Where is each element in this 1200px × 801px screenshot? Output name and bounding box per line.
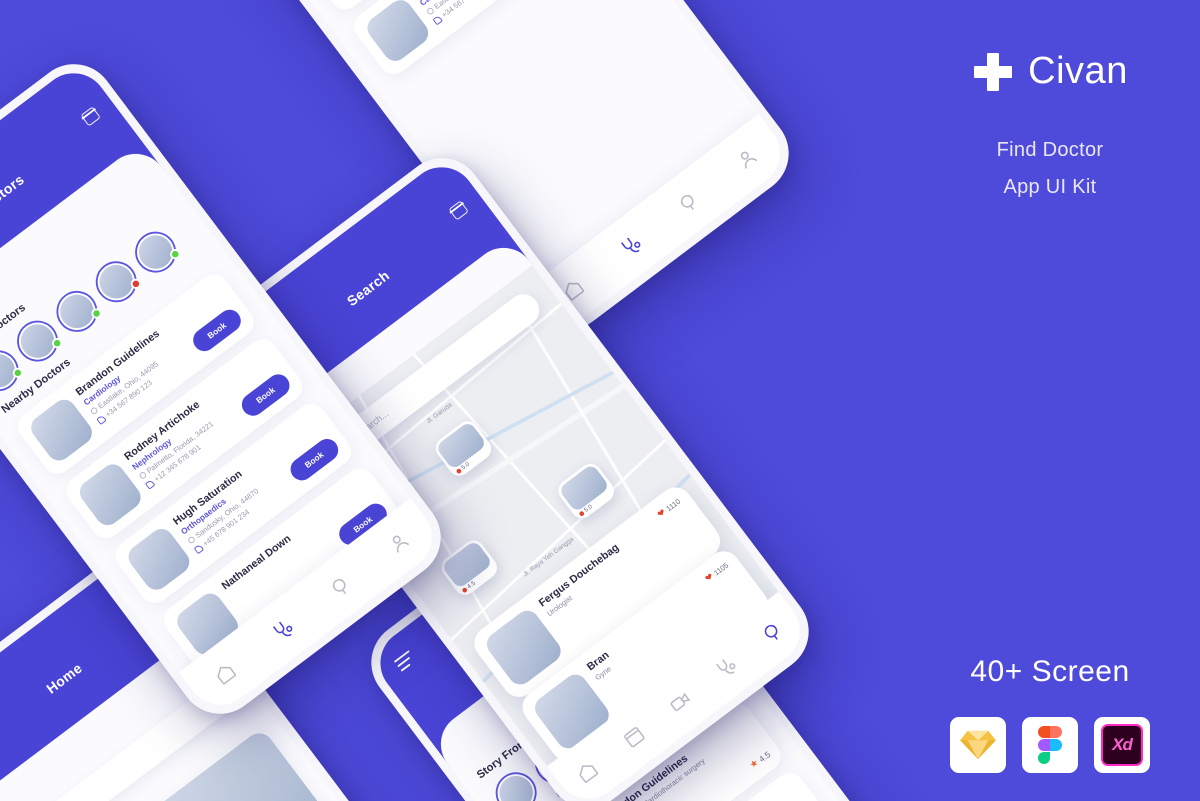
nav-home-icon[interactable] — [572, 756, 603, 787]
phone-icon — [432, 14, 443, 26]
nav-search-icon[interactable] — [325, 571, 356, 602]
nav-stethoscope-icon[interactable] — [711, 652, 742, 683]
nav-stethoscope-icon[interactable] — [268, 614, 299, 645]
rating-dot-icon — [455, 467, 463, 475]
brand-tagline-2: App UI Kit — [1003, 176, 1097, 198]
xd-icon[interactable]: Xd — [1094, 717, 1150, 773]
map-doctor-pin[interactable]: 5.0 — [554, 459, 619, 523]
brand-tagline-1: Find Doctor — [996, 139, 1104, 161]
brand-name: Civan — [1028, 50, 1128, 92]
screens-count: 40+ Screen — [970, 655, 1130, 688]
rating-dot-icon — [461, 586, 469, 594]
doctor-card[interactable]: Brandon Guidelines Cardiology Eastlake, … — [348, 0, 596, 81]
location-pin-icon — [425, 6, 435, 16]
nav-search-icon[interactable] — [673, 187, 704, 218]
phone-icon — [96, 414, 107, 425]
branding-panel: Civan Find Doctor App UI Kit 40+ Screen — [900, 0, 1200, 801]
location-pin-icon — [186, 535, 197, 545]
sketch-diamond — [959, 729, 997, 761]
doctor-photo — [313, 0, 385, 2]
figma-icon[interactable] — [1022, 717, 1078, 773]
nav-search-icon[interactable] — [757, 617, 788, 648]
phone-icon — [144, 478, 156, 490]
menu-icon[interactable] — [393, 650, 419, 675]
nav-profile-icon[interactable] — [383, 527, 414, 558]
book-button[interactable]: Book — [285, 434, 343, 486]
location-pin-icon — [138, 470, 148, 480]
tool-icons-row: Xd — [900, 717, 1200, 773]
nav-video-icon[interactable] — [664, 686, 695, 717]
phone-icon — [193, 543, 204, 554]
rating-dot-icon — [578, 510, 586, 517]
book-button[interactable]: Book — [188, 305, 246, 356]
book-button[interactable]: Book — [237, 369, 294, 421]
xd-label: Xd — [1101, 724, 1143, 766]
brand-logo: Civan — [972, 50, 1128, 93]
sketch-icon[interactable] — [950, 717, 1006, 773]
nav-home-icon[interactable] — [210, 658, 241, 689]
medical-plus-icon — [972, 51, 1014, 93]
location-pin-icon — [89, 406, 99, 416]
doctor-photo — [557, 463, 611, 513]
nav-calendar-icon[interactable] — [618, 721, 649, 752]
nav-profile-icon[interactable] — [731, 143, 762, 174]
figma-shapes — [1037, 726, 1063, 764]
nav-stethoscope-icon[interactable] — [616, 230, 647, 261]
doctor-photo — [362, 0, 433, 66]
